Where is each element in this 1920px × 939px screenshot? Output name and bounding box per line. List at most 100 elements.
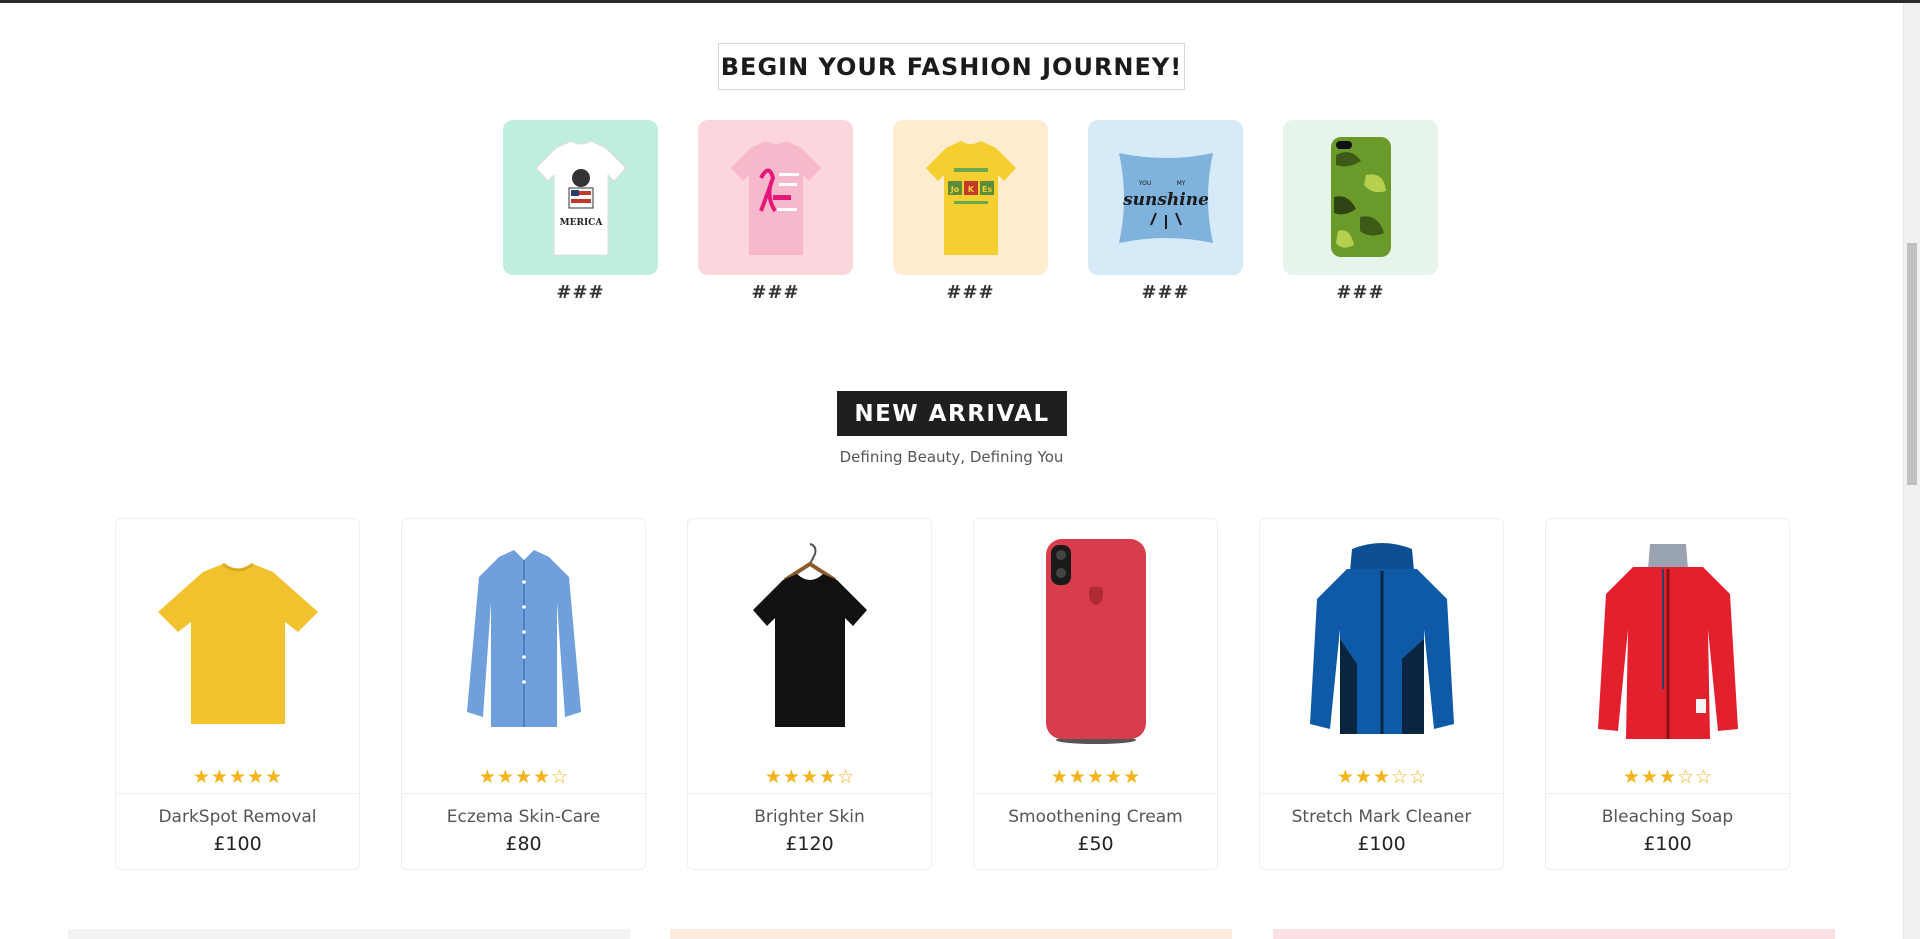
product-grid: ★ ★ ★ ★ ★ DarkSpot Removal £100 ★ ★ ★ ★ ☆ Eczema… [115,518,1790,870]
yellow-jokes-tshirt-image: Jo K Es [925,140,1016,255]
star-icon: ★ [228,766,247,788]
rating-stars: ★ ★ ★ ★ ☆ [688,764,931,794]
svg-text:Jo: Jo [949,185,959,194]
product-name[interactable]: Smoothening Cream [974,807,1217,827]
category-tile[interactable] [1283,120,1438,275]
star-icon: ★ [210,766,228,788]
category-tile[interactable]: sunshine YOU MY [1088,120,1243,275]
pink-ribbon-tshirt-image [730,140,821,255]
svg-text:Es: Es [981,185,991,194]
star-icon: ★ [764,766,782,788]
category-row: MERICA ### ### Jo K Es ### sunshine YOU … [503,120,1438,304]
red-jacket-image [1597,544,1738,739]
star-icon: ★ [1086,766,1105,788]
star-icon: ★ [1640,766,1658,788]
product-card[interactable]: ★ ★ ★ ★ ☆ Brighter Skin £120 [687,518,932,870]
rating-stars: ★ ★ ★ ★ ☆ [402,764,645,794]
promo-banner[interactable] [1273,929,1835,939]
star-icon: ★ [1336,766,1354,788]
star-icon: ★ [192,766,210,788]
product-card[interactable]: ★ ★ ★ ☆ ☆ Bleaching Soap £100 [1545,518,1790,870]
category-tile[interactable]: Jo K Es [893,120,1048,275]
blue-shirt-image [466,549,581,727]
category-label[interactable]: ### [1141,282,1189,304]
star-icon: ★ [247,766,265,788]
new-arrival-subtitle: Defining Beauty, Defining You [839,448,1064,466]
product-price: £120 [785,833,834,855]
svg-text:MERICA: MERICA [559,218,603,228]
product-card[interactable]: ★ ★ ★ ☆ ☆ Stretch Mark Cleaner £100 [1259,518,1504,870]
star-empty-icon: ☆ [551,766,569,788]
rating-stars: ★ ★ ★ ★ ★ [116,764,359,794]
svg-text:MY: MY [1176,180,1185,187]
star-empty-icon: ☆ [1391,766,1409,788]
page-scrollbar[interactable] [1903,3,1920,939]
svg-text:YOU: YOU [1137,180,1150,187]
category-item[interactable]: sunshine YOU MY ### [1088,120,1243,304]
journey-section-title: BEGIN YOUR FASHION JOURNEY! [718,43,1185,90]
rating-stars: ★ ★ ★ ☆ ☆ [1546,764,1789,794]
product-card[interactable]: ★ ★ ★ ★ ★ DarkSpot Removal £100 [115,518,360,870]
product-price: £100 [1643,833,1692,855]
red-phone-case-image [1045,538,1146,744]
star-empty-icon: ☆ [1695,766,1713,788]
star-empty-icon: ☆ [837,766,855,788]
star-icon: ★ [1658,766,1677,788]
star-empty-icon: ☆ [1677,766,1695,788]
sunshine-pillow-image: sunshine YOU MY [1118,152,1213,243]
category-tile[interactable] [698,120,853,275]
star-icon: ★ [496,766,514,788]
product-name[interactable]: Bleaching Soap [1546,807,1789,827]
star-icon: ★ [514,766,533,788]
star-icon: ★ [800,766,819,788]
new-arrival-title: NEW ARRIVAL [837,391,1067,436]
black-tshirt-image [752,542,867,727]
product-image-area [402,519,645,764]
star-icon: ★ [533,766,551,788]
star-icon: ★ [1050,766,1068,788]
star-icon: ★ [1372,766,1391,788]
rating-stars: ★ ★ ★ ★ ★ [974,764,1217,794]
product-image-area [116,519,359,764]
category-item[interactable]: ### [1283,120,1438,304]
star-icon: ★ [1622,766,1640,788]
product-image-area [1260,519,1503,764]
star-icon: ★ [1105,766,1123,788]
product-image-area [974,519,1217,764]
svg-text:K: K [967,185,974,194]
promo-banner[interactable] [68,929,630,939]
scrollbar-thumb[interactable] [1907,243,1917,485]
product-name[interactable]: DarkSpot Removal [116,807,359,827]
star-icon: ★ [1068,766,1086,788]
category-label[interactable]: ### [751,282,799,304]
star-icon: ★ [819,766,837,788]
product-name[interactable]: Stretch Mark Cleaner [1260,807,1503,827]
category-item[interactable]: Jo K Es ### [893,120,1048,304]
product-price: £80 [505,833,542,855]
top-border [0,0,1920,3]
product-image-area [1546,519,1789,764]
blue-jacket-image [1309,543,1454,734]
camo-phone-case-image [1330,137,1391,257]
svg-text:sunshine: sunshine [1122,190,1209,210]
star-empty-icon: ☆ [1409,766,1427,788]
star-icon: ★ [478,766,496,788]
product-price: £100 [213,833,262,855]
category-label[interactable]: ### [946,282,994,304]
star-icon: ★ [265,766,283,788]
category-item[interactable]: MERICA ### [503,120,658,304]
product-image-area [688,519,931,764]
promo-banner[interactable] [670,929,1232,939]
category-item[interactable]: ### [698,120,853,304]
category-label[interactable]: ### [556,282,604,304]
rating-stars: ★ ★ ★ ☆ ☆ [1260,764,1503,794]
product-price: £100 [1357,833,1406,855]
product-card[interactable]: ★ ★ ★ ★ ★ Smoothening Cream £50 [973,518,1218,870]
category-label[interactable]: ### [1336,282,1384,304]
product-name[interactable]: Brighter Skin [688,807,931,827]
category-tile[interactable]: MERICA [503,120,658,275]
product-name[interactable]: Eczema Skin-Care [402,807,645,827]
star-icon: ★ [1354,766,1372,788]
product-card[interactable]: ★ ★ ★ ★ ☆ Eczema Skin-Care £80 [401,518,646,870]
merica-tshirt-image: MERICA [534,139,627,255]
